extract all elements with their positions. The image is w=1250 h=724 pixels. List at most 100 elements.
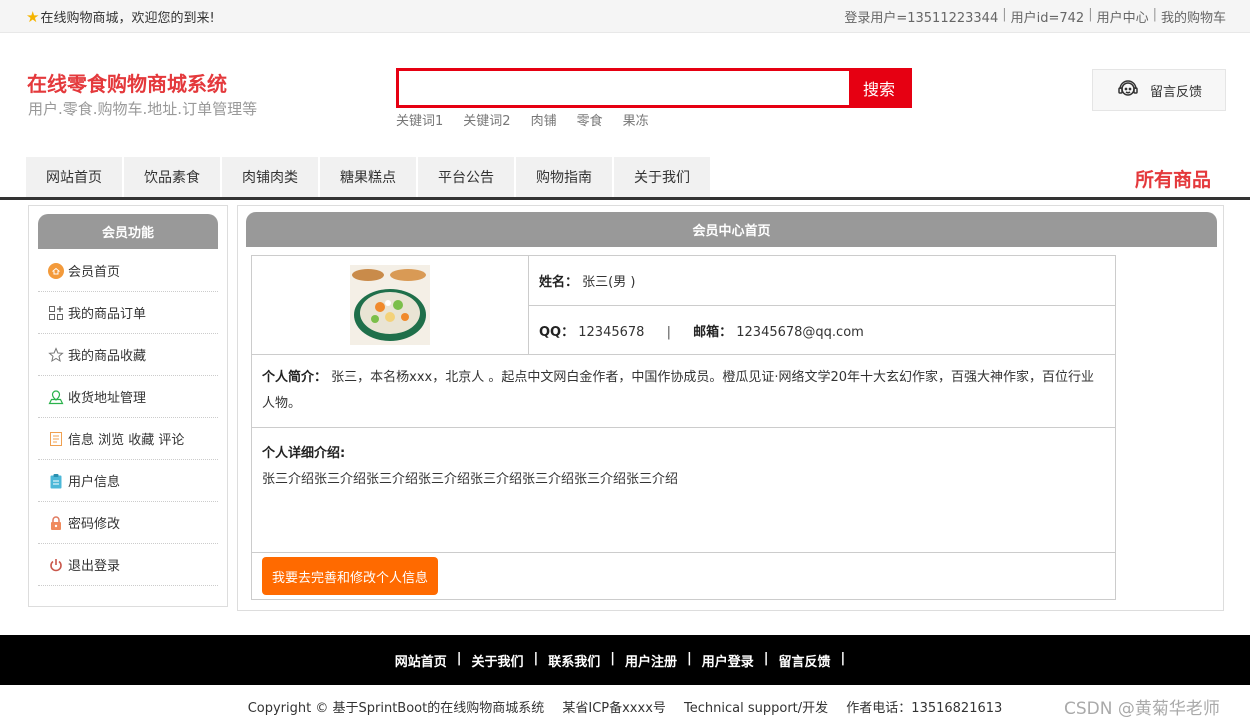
sidebar-item-password[interactable]: 密码修改 <box>38 502 218 544</box>
clipboard-icon <box>48 473 64 489</box>
member-center-panel: 会员中心首页 姓名： 张三(男) QQ： 12345678 | 邮箱： 123… <box>237 205 1224 611</box>
user-id-text: 用户id=742 <box>1010 11 1085 26</box>
intro-value: 张三，本名杨xxx，北京人 。起点中文网白金作者，中国作协成员。橙瓜见证·网络文… <box>262 370 1095 411</box>
search-box: 搜索 <box>396 68 912 108</box>
nav-divider <box>0 197 1250 200</box>
hotword-link[interactable]: 肉铺 <box>531 110 557 129</box>
search-button[interactable]: 搜索 <box>849 71 909 105</box>
intro-label: 个人简介： <box>262 370 328 385</box>
email-value: 12345678@qq.com <box>736 324 864 340</box>
location-icon <box>48 389 64 405</box>
sidebar-item-orders[interactable]: 我的商品订单 <box>38 292 218 334</box>
watermark: CSDN @黄菊华老师 <box>1064 699 1220 719</box>
hotword-link[interactable]: 零食 <box>577 110 603 129</box>
phone-text: 作者电话：13516821613 <box>846 701 1003 716</box>
sidebar-item-label: 信息 浏览 收藏 评论 <box>68 433 185 448</box>
separator: | <box>1152 7 1157 22</box>
name-cell: 姓名： 张三(男 ) <box>528 255 1116 306</box>
footer-link-feedback[interactable]: 留言反馈 <box>779 651 831 670</box>
sidebar-item-member-home[interactable]: 会员首页 <box>38 250 218 292</box>
footer-link-home[interactable]: 网站首页 <box>395 651 447 670</box>
action-cell: 我要去完善和修改个人信息 <box>251 552 1116 600</box>
top-bar: ★ 在线购物商城，欢迎您的到来! 登录用户=13511223344 | 用户id… <box>0 0 1250 33</box>
detail-label: 个人详细介绍: <box>262 446 346 461</box>
sidebar-item-label: 退出登录 <box>68 559 121 574</box>
headset-icon <box>1116 76 1140 104</box>
detail-cell: 个人详细介绍: 张三介绍张三介绍张三介绍张三介绍张三介绍张三介绍张三介绍张三介绍 <box>251 427 1116 553</box>
separator: | <box>840 650 846 666</box>
edit-profile-button[interactable]: 我要去完善和修改个人信息 <box>262 557 439 595</box>
home-icon <box>48 262 64 279</box>
footer-link-about[interactable]: 关于我们 <box>471 651 523 670</box>
icp-text: 某省ICP备xxxx号 <box>562 701 666 716</box>
nav-item-notice[interactable]: 平台公告 <box>418 157 516 197</box>
separator: | <box>533 650 539 666</box>
hot-keywords: 关键词1 关键词2 肉铺 零食 果冻 <box>396 110 649 129</box>
nav-item-meat[interactable]: 肉铺肉类 <box>222 157 320 197</box>
sidebar-item-logout[interactable]: 退出登录 <box>38 544 218 586</box>
sidebar-item-favorites[interactable]: 我的商品收藏 <box>38 334 218 376</box>
sidebar-menu: 会员首页 我的商品订单 我的商品收藏 收货地址管理 信息 浏览 收藏 评论 用户… <box>38 250 218 586</box>
avatar <box>350 265 430 345</box>
separator: | <box>1088 7 1093 22</box>
profile-table: 姓名： 张三(男 ) QQ： 12345678 | 邮箱： 12345678@q… <box>251 255 1116 600</box>
sidebar-item-label: 我的商品订单 <box>68 307 147 322</box>
footer-link-contact[interactable]: 联系我们 <box>548 651 600 670</box>
nav-item-guide[interactable]: 购物指南 <box>516 157 614 197</box>
site-subtitle: 用户.零食.购物车.地址.订单管理等 <box>28 100 258 118</box>
support-text: Technical support/开发 <box>684 701 829 716</box>
star-icon: ★ <box>26 7 40 26</box>
hotword-link[interactable]: 关键词2 <box>463 110 510 129</box>
all-goods-link[interactable]: 所有商品 <box>1135 165 1211 192</box>
user-links: 登录用户=13511223344 | 用户id=742 | 用户中心 | 我的购… <box>844 7 1226 26</box>
grid-icon <box>48 305 64 321</box>
nav-item-candy[interactable]: 糖果糕点 <box>320 157 418 197</box>
login-user-text: 登录用户=13511223344 <box>844 11 999 26</box>
member-sidebar: 会员功能 会员首页 我的商品订单 我的商品收藏 收货地址管理 信息 浏览 收藏 … <box>28 205 228 607</box>
document-icon <box>48 431 64 447</box>
nav-item-home[interactable]: 网站首页 <box>26 157 124 197</box>
sidebar-item-label: 会员首页 <box>68 265 121 280</box>
hotword-link[interactable]: 关键词1 <box>396 110 443 129</box>
panel-title: 会员中心首页 <box>246 212 1217 247</box>
sidebar-item-info[interactable]: 信息 浏览 收藏 评论 <box>38 418 218 460</box>
copyright-line: Copyright © 基于SprintBoot的在线购物商城系统 某省ICP备… <box>0 697 1250 716</box>
contact-cell: QQ： 12345678 | 邮箱： 12345678@qq.com <box>528 305 1116 355</box>
hotword-link[interactable]: 果冻 <box>623 110 649 129</box>
main-nav: 网站首页 饮品素食 肉铺肉类 糖果糕点 平台公告 购物指南 关于我们 <box>26 157 712 197</box>
copyright-text: Copyright © 基于SprintBoot的在线购物商城系统 <box>247 701 545 716</box>
search-input[interactable] <box>399 71 849 105</box>
intro-cell: 个人简介： 张三，本名杨xxx，北京人 。起点中文网白金作者，中国作协成员。橙瓜… <box>251 354 1116 428</box>
feedback-label: 留言反馈 <box>1149 84 1202 100</box>
sidebar-title: 会员功能 <box>38 214 218 249</box>
feedback-button[interactable]: 留言反馈 <box>1092 69 1226 111</box>
footer-link-login[interactable]: 用户登录 <box>702 651 754 670</box>
qq-label: QQ： <box>539 324 575 340</box>
sidebar-item-label: 用户信息 <box>68 475 121 490</box>
nav-item-about[interactable]: 关于我们 <box>614 157 712 197</box>
sidebar-item-label: 我的商品收藏 <box>68 349 147 364</box>
footer-link-register[interactable]: 用户注册 <box>625 651 677 670</box>
lock-icon <box>48 515 64 531</box>
detail-value: 张三介绍张三介绍张三介绍张三介绍张三介绍张三介绍张三介绍张三介绍 <box>262 472 679 487</box>
nav-item-drinks[interactable]: 饮品素食 <box>124 157 222 197</box>
sidebar-item-label: 密码修改 <box>68 517 121 532</box>
sidebar-item-user-info[interactable]: 用户信息 <box>38 460 218 502</box>
avatar-cell <box>251 255 529 355</box>
sidebar-item-label: 收货地址管理 <box>68 391 147 406</box>
separator: | <box>456 650 462 666</box>
divider: | <box>666 324 671 340</box>
qq-value: 12345678 <box>578 324 645 340</box>
site-title[interactable]: 在线零食购物商城系统 <box>27 68 227 97</box>
separator: | <box>1002 7 1007 22</box>
footer-links: 网站首页 | 关于我们 | 联系我们 | 用户注册 | 用户登录 | 留言反馈 | <box>395 651 856 670</box>
welcome-text: 在线购物商城，欢迎您的到来! <box>40 11 215 26</box>
user-center-link[interactable]: 用户中心 <box>1097 7 1149 26</box>
footer-bar: 网站首页 | 关于我们 | 联系我们 | 用户注册 | 用户登录 | 留言反馈 | <box>0 635 1250 685</box>
welcome-message: ★ 在线购物商城，欢迎您的到来! <box>26 7 215 27</box>
my-cart-link[interactable]: 我的购物车 <box>1161 7 1226 26</box>
star-icon <box>48 346 64 363</box>
power-icon <box>48 557 64 573</box>
sidebar-item-address[interactable]: 收货地址管理 <box>38 376 218 418</box>
name-value: 张三(男 ) <box>582 275 636 290</box>
